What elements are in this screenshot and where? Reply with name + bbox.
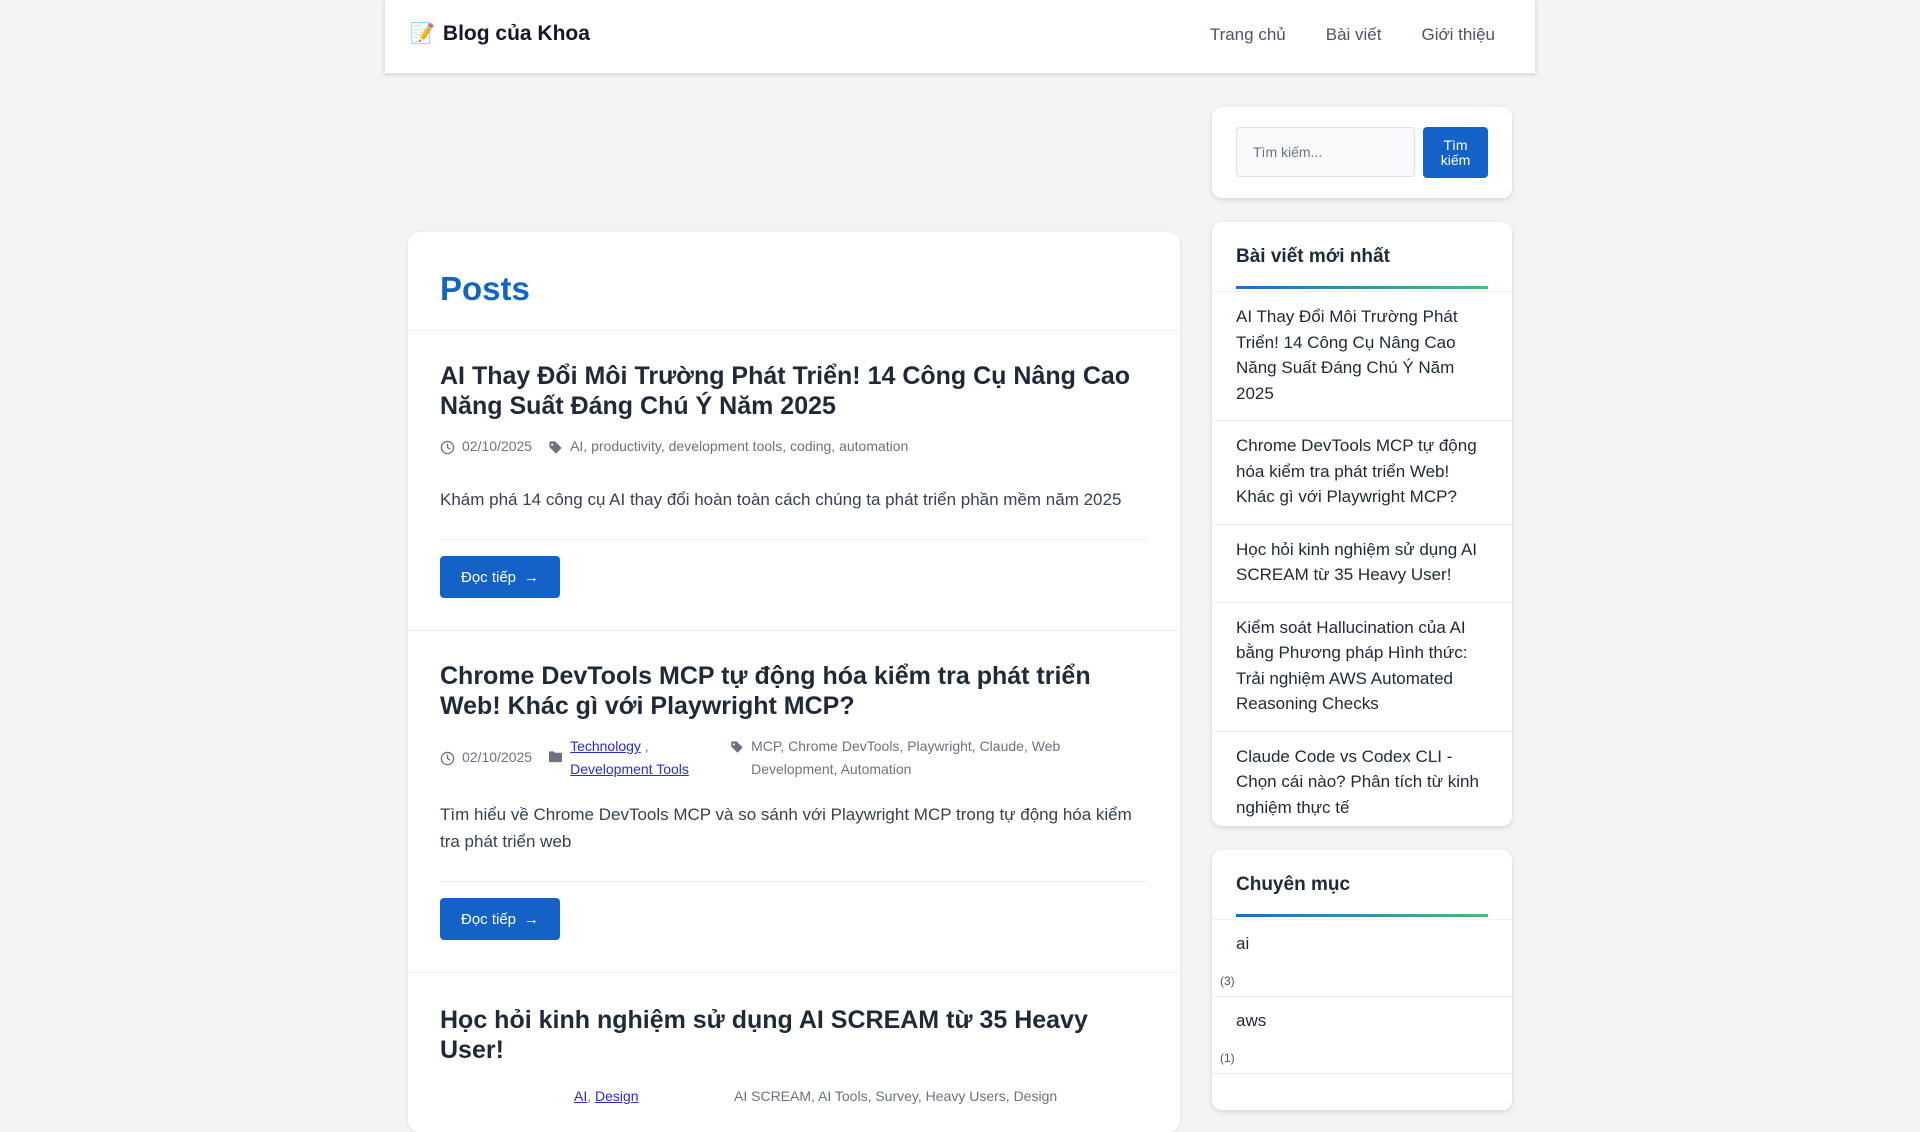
category-count: (3) xyxy=(1220,974,1235,988)
post-tags-text: AI SCREAM, AI Tools, Survey, Heavy Users… xyxy=(734,1088,1058,1104)
tag-icon xyxy=(549,441,562,454)
category-link-technology[interactable]: Technology xyxy=(570,738,641,754)
posts-panel: Posts AI Thay Đổi Môi Trường Phát Triển!… xyxy=(408,232,1180,1132)
post-tags: AI SCREAM, AI Tools, Survey, Heavy Users… xyxy=(734,1085,1057,1108)
categories-widget: Chuyên mục ai (3) aws (1) xyxy=(1212,850,1512,1110)
post-title[interactable]: Chrome DevTools MCP tự động hóa kiểm tra… xyxy=(440,661,1148,721)
search-input[interactable] xyxy=(1236,127,1415,177)
post-tags: AI, productivity, development tools, cod… xyxy=(548,435,908,458)
post-excerpt: Khám phá 14 công cụ AI thay đổi hoàn toà… xyxy=(440,490,1122,509)
category-item-ai[interactable]: ai (3) xyxy=(1212,920,1512,997)
memo-icon: 📝 xyxy=(410,23,435,45)
recent-post-link[interactable]: AI Thay Đổi Môi Trường Phát Triển! 14 Cô… xyxy=(1212,292,1512,421)
heading-underline xyxy=(1236,914,1488,917)
recent-posts-list: AI Thay Đổi Môi Trường Phát Triển! 14 Cô… xyxy=(1212,291,1512,826)
arrow-right-icon: → xyxy=(524,568,540,586)
category-links: Technology , Development Tools xyxy=(570,738,689,777)
post-divider xyxy=(440,539,1148,540)
post-card: AI Thay Đổi Môi Trường Phát Triển! 14 Cô… xyxy=(408,331,1180,631)
post-tags-text: AI, productivity, development tools, cod… xyxy=(570,438,909,454)
post-categories: AI, Design xyxy=(574,1085,734,1108)
categories-list: ai (3) aws (1) xyxy=(1212,919,1512,1074)
category-link-development-tools[interactable]: Development Tools xyxy=(570,761,689,777)
read-more-label: Đọc tiếp xyxy=(461,568,517,586)
read-more-button[interactable]: Đọc tiếp → xyxy=(440,898,561,940)
search-widget: Tìm kiếm xyxy=(1212,107,1512,198)
categories-heading: Chuyên mục xyxy=(1236,874,1351,895)
post-meta: 02/10/2025 Technology , Development Tools… xyxy=(440,735,1148,781)
post-meta: 02/10/2025 AI, productivity, development… xyxy=(440,435,1148,458)
post-date-text: 02/10/2025 xyxy=(462,749,533,765)
recent-posts-heading: Bài viết mới nhất xyxy=(1236,246,1390,267)
post-title[interactable]: AI Thay Đổi Môi Trường Phát Triển! 14 Cô… xyxy=(440,361,1148,421)
search-button[interactable]: Tìm kiếm xyxy=(1423,127,1488,178)
clock-icon xyxy=(440,751,455,766)
folder-icon xyxy=(549,751,563,763)
category-name: aws xyxy=(1236,1011,1267,1030)
read-more-label: Đọc tiếp xyxy=(461,910,517,928)
tag-icon xyxy=(731,741,743,753)
post-card: Học hỏi kinh nghiệm sử dụng AI SCREAM từ… xyxy=(408,973,1180,1132)
category-links: AI, Design xyxy=(574,1088,639,1104)
nav-home-link[interactable]: Trang chủ xyxy=(1210,25,1286,45)
post-date: 02/10/2025 xyxy=(440,435,532,458)
clock-icon xyxy=(440,440,455,455)
arrow-right-icon: → xyxy=(524,910,540,928)
category-item-aws[interactable]: aws (1) xyxy=(1212,997,1512,1074)
post-meta: AI, Design AI SCREAM, AI Tools, Survey, … xyxy=(440,1085,1148,1108)
category-link-design[interactable]: Design xyxy=(595,1088,639,1104)
post-divider xyxy=(440,881,1148,882)
post-title[interactable]: Học hỏi kinh nghiệm sử dụng AI SCREAM từ… xyxy=(440,1005,1148,1065)
site-brand[interactable]: 📝 Blog của Khoa xyxy=(410,21,590,46)
post-date-text: 02/10/2025 xyxy=(462,438,533,454)
post-excerpt: Tìm hiểu về Chrome DevTools MCP và so sá… xyxy=(440,805,1132,851)
category-name: ai xyxy=(1236,934,1250,953)
category-link-ai[interactable]: AI xyxy=(574,1088,587,1104)
site-header: 📝 Blog của Khoa Trang chủ Bài viết Giới … xyxy=(384,0,1536,74)
main-nav: Trang chủ Bài viết Giới thiệu xyxy=(1210,25,1495,45)
post-date: 02/10/2025 xyxy=(440,746,532,769)
recent-post-link[interactable]: Kiểm soát Hallucination của AI bằng Phươ… xyxy=(1212,603,1512,732)
recent-post-link[interactable]: Claude Code vs Codex CLI - Chọn cái nào?… xyxy=(1212,732,1512,827)
post-categories: Technology , Development Tools xyxy=(548,735,718,781)
category-count: (1) xyxy=(1220,1051,1235,1065)
post-tags: MCP, Chrome DevTools, Playwright, Claude… xyxy=(730,735,1090,781)
recent-posts-widget: Bài viết mới nhất AI Thay Đổi Môi Trường… xyxy=(1212,222,1512,826)
nav-posts-link[interactable]: Bài viết xyxy=(1326,25,1382,45)
post-tags-text: MCP, Chrome DevTools, Playwright, Claude… xyxy=(751,738,1061,777)
post-card: Chrome DevTools MCP tự động hóa kiểm tra… xyxy=(408,631,1180,973)
read-more-button[interactable]: Đọc tiếp → xyxy=(440,556,561,598)
page-title: Posts xyxy=(408,232,1180,331)
nav-about-link[interactable]: Giới thiệu xyxy=(1421,25,1495,45)
recent-post-link[interactable]: Học hỏi kinh nghiệm sử dụng AI SCREAM từ… xyxy=(1212,525,1512,603)
site-title: Blog của Khoa xyxy=(442,21,590,45)
recent-post-link[interactable]: Chrome DevTools MCP tự động hóa kiểm tra… xyxy=(1212,421,1512,525)
heading-underline xyxy=(1236,286,1488,289)
